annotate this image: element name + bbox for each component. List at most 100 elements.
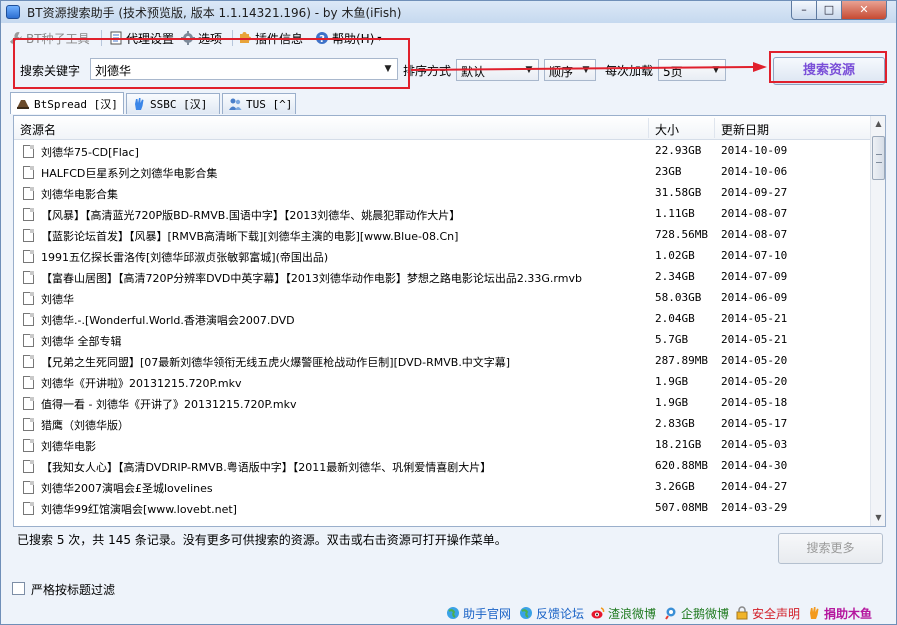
table-row[interactable]: 刘德华.-.[Wonderful.World.香港演唱会2007.DVD 2.04…	[14, 309, 870, 330]
row-name: 刘德华电影合集	[41, 188, 118, 201]
row-size: 507.08MB	[655, 501, 708, 514]
table-row[interactable]: 刘德华电影 18.21GB 2014-05-03	[14, 435, 870, 456]
file-icon	[23, 460, 34, 473]
vertical-scrollbar[interactable]: ▲ ▼	[870, 116, 885, 526]
link-home-label: 助手官网	[463, 606, 512, 621]
file-icon	[23, 187, 34, 200]
strict-filter-label[interactable]: 严格按标题过滤	[31, 581, 115, 598]
table-row[interactable]: 【风暴】【高清蓝光720P版BD-RMVB.国语中字】【2013刘德华、姚晨犯罪…	[14, 204, 870, 225]
link-declaration-label: 安全声明	[752, 606, 801, 621]
file-icon	[23, 229, 34, 242]
column-header-date[interactable]: 更新日期	[721, 121, 769, 138]
table-row[interactable]: 1991五亿探长雷洛传[刘德华邱淑贞张敏郭富城](帝国出品) 1.02GB 2014…	[14, 246, 870, 267]
file-icon	[23, 502, 34, 515]
tab-tus[interactable]: TUS [^]	[222, 93, 296, 114]
row-date: 2014-07-10	[721, 249, 788, 262]
row-size: 2.83GB	[655, 417, 695, 430]
row-size: 1.9GB	[655, 375, 689, 388]
hand-icon	[810, 607, 819, 619]
row-date: 2014-03-29	[721, 501, 788, 514]
table-row[interactable]: 值得一看 - 刘德华《开讲了》20131215.720P.mkv 1.9GB 201…	[14, 393, 870, 414]
row-date: 2014-10-06	[721, 165, 788, 178]
row-name: 值得一看 - 刘德华《开讲了》20131215.720P.mkv	[41, 398, 297, 411]
row-name: 刘德华《开讲啦》20131215.720P.mkv	[41, 377, 242, 390]
row-size: 1.11GB	[655, 207, 695, 220]
maximize-button[interactable]: □	[816, 1, 842, 20]
row-date: 2014-04-30	[721, 459, 788, 472]
link-tencent-weibo[interactable]: 企鹅微博	[664, 605, 729, 621]
hat-icon	[17, 99, 29, 109]
table-row[interactable]: 【我知女人心】【高清DVDRIP-RMVB.粤语版中字】【2011最新刘德华、巩…	[14, 456, 870, 477]
row-date: 2014-05-21	[721, 312, 788, 325]
strict-filter-checkbox[interactable]	[12, 582, 25, 595]
link-forum-label: 反馈论坛	[536, 606, 585, 621]
file-icon	[23, 418, 34, 431]
row-name: 【我知女人心】【高清DVDRIP-RMVB.粤语版中字】【2011最新刘德华、巩…	[41, 461, 492, 474]
row-name: HALFCD巨星系列之刘德华电影合集	[41, 167, 218, 180]
scroll-up-icon[interactable]: ▲	[871, 116, 885, 132]
file-icon	[23, 271, 34, 284]
table-row[interactable]: 刘德华99红馆演唱会[www.lovebt.net] 507.08MB 2014-0…	[14, 498, 870, 519]
table-row[interactable]: HALFCD巨星系列之刘德华电影合集 23GB 2014-10-06	[14, 162, 870, 183]
table-row[interactable]: 【兄弟之生死同盟】[07最新刘德华领衔无线五虎火爆警匪枪战动作巨制][DVD-R…	[14, 351, 870, 372]
row-date: 2014-05-03	[721, 438, 788, 451]
file-icon	[23, 208, 34, 221]
row-size: 728.56MB	[655, 228, 708, 241]
annotation-box-search	[769, 51, 887, 83]
file-icon	[23, 145, 34, 158]
search-more-button[interactable]: 搜索更多	[778, 533, 883, 564]
row-name: 1991五亿探长雷洛传[刘德华邱淑贞张敏郭富城](帝国出品)	[41, 251, 329, 264]
list-rows: 刘德华75-CD[Flac] 22.93GB 2014-10-09 HALFCD巨星系…	[14, 141, 870, 519]
file-icon	[23, 355, 34, 368]
title-bar[interactable]: BT资源搜索助手 (技术预览版, 版本 1.1.14321.196) - by …	[1, 1, 896, 23]
link-forum[interactable]: 反馈论坛	[519, 605, 584, 621]
row-name: 刘德华99红馆演唱会[www.lovebt.net]	[41, 503, 237, 516]
file-icon	[23, 481, 34, 494]
table-row[interactable]: 刘德华2007演唱会£圣城lovelines 3.26GB 2014-04-27	[14, 477, 870, 498]
table-row[interactable]: 刘德华 全部专辑 5.7GB 2014-05-21	[14, 330, 870, 351]
table-row[interactable]: 猎鹰（刘德华版） 2.83GB 2014-05-17	[14, 414, 870, 435]
file-icon	[23, 376, 34, 389]
column-separator[interactable]	[714, 118, 715, 138]
column-header-name[interactable]: 资源名	[20, 121, 56, 138]
row-date: 2014-05-18	[721, 396, 788, 409]
column-separator[interactable]	[648, 118, 649, 138]
row-date: 2014-05-20	[721, 375, 788, 388]
table-row[interactable]: 刘德华75-CD[Flac] 22.93GB 2014-10-09	[14, 141, 870, 162]
minimize-button[interactable]: –	[791, 1, 817, 20]
row-size: 18.21GB	[655, 438, 702, 451]
link-tencent-weibo-label: 企鹅微博	[681, 606, 730, 621]
results-list[interactable]: 资源名 大小 更新日期 刘德华75-CD[Flac] 22.93GB 2014-10…	[13, 115, 886, 527]
row-size: 3.26GB	[655, 480, 695, 493]
tab-tus-label: TUS [^]	[246, 97, 293, 111]
close-button[interactable]: ✕	[841, 1, 887, 20]
table-row[interactable]: 【蓝影论坛首发】【风暴】[RMVB高清晰下载][刘德华主演的电影][www.Bl…	[14, 225, 870, 246]
file-icon	[23, 313, 34, 326]
row-name: 猎鹰（刘德华版）	[41, 419, 129, 432]
row-size: 287.89MB	[655, 354, 708, 367]
row-size: 2.04GB	[655, 312, 695, 325]
table-row[interactable]: 刘德华《开讲啦》20131215.720P.mkv 1.9GB 2014-05-20	[14, 372, 870, 393]
hand-icon	[135, 98, 144, 110]
tab-ssbc[interactable]: SSBC [汉]	[126, 93, 220, 114]
file-icon	[23, 439, 34, 452]
app-window: BT资源搜索助手 (技术预览版, 版本 1.1.14321.196) - by …	[0, 0, 897, 625]
row-name: 刘德华.-.[Wonderful.World.香港演唱会2007.DVD	[41, 314, 295, 327]
scroll-down-icon[interactable]: ▼	[871, 510, 885, 526]
tab-btspread[interactable]: BtSpread [汉]	[10, 92, 124, 114]
link-declaration[interactable]: 安全声明	[735, 605, 800, 621]
link-sina-weibo[interactable]: 渣浪微博	[591, 605, 656, 621]
column-header-size[interactable]: 大小	[655, 121, 679, 138]
table-row[interactable]: 刘德华 58.03GB 2014-06-09	[14, 288, 870, 309]
file-icon	[23, 250, 34, 263]
link-home[interactable]: 助手官网	[446, 605, 511, 621]
scroll-thumb[interactable]	[872, 136, 885, 180]
row-date: 2014-04-27	[721, 480, 788, 493]
row-name: 【兄弟之生死同盟】[07最新刘德华领衔无线五虎火爆警匪枪战动作巨制][DVD-R…	[41, 356, 511, 369]
link-sina-weibo-label: 渣浪微博	[608, 606, 657, 621]
row-date: 2014-07-09	[721, 270, 788, 283]
table-row[interactable]: 【富春山居图】【高清720P分辨率DVD中英字幕】【2013刘德华动作电影】梦想…	[14, 267, 870, 288]
row-date: 2014-05-17	[721, 417, 788, 430]
table-row[interactable]: 刘德华电影合集 31.58GB 2014-09-27	[14, 183, 870, 204]
link-donate[interactable]: 捐助木鱼	[807, 605, 872, 621]
